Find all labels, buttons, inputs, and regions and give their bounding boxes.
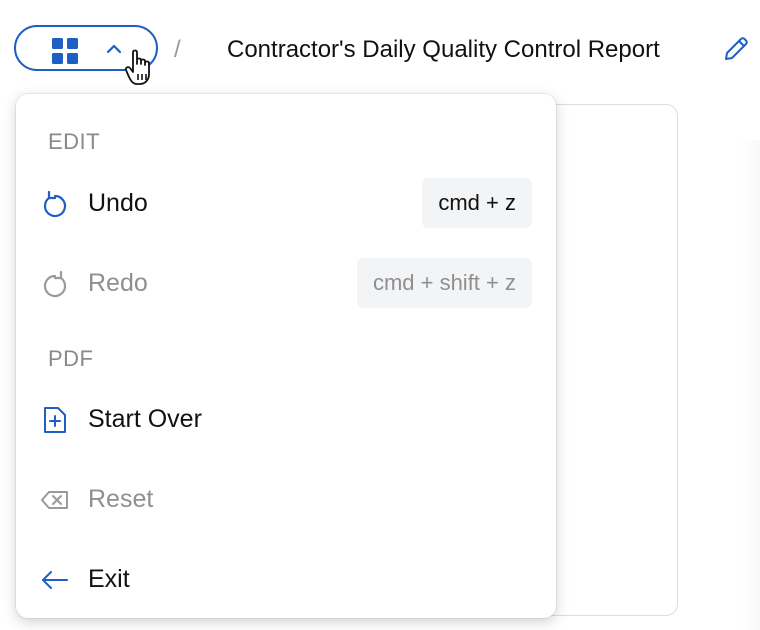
menu-item-label: Exit xyxy=(88,565,130,593)
menu-item-start-over[interactable]: Start Over xyxy=(16,389,556,449)
pencil-icon[interactable] xyxy=(722,35,750,63)
keyboard-shortcut: cmd + z xyxy=(422,178,532,228)
undo-icon xyxy=(43,190,67,218)
menu-item-label: Reset xyxy=(88,485,154,513)
menu-item-label: Start Over xyxy=(88,405,202,433)
backspace-icon xyxy=(41,491,68,509)
menu-item-exit[interactable]: Exit xyxy=(16,549,556,609)
new-document-icon xyxy=(44,407,66,433)
chevron-up-icon xyxy=(106,44,122,54)
keyboard-shortcut: cmd + shift + z xyxy=(356,258,532,308)
menu-item-redo[interactable]: Redo cmd + shift + z xyxy=(16,253,556,313)
document-title[interactable]: Contractor's Daily Quality Control Repor… xyxy=(227,36,660,64)
hand-cursor-icon xyxy=(124,49,150,85)
app-dropdown-menu: EDIT Undo cmd + z Redo cmd + shift + z P… xyxy=(16,94,556,618)
arrow-left-icon xyxy=(42,571,68,589)
breadcrumb-separator: / xyxy=(174,36,181,63)
grid-icon xyxy=(52,38,78,64)
background-edge xyxy=(740,140,760,630)
section-label-edit: EDIT xyxy=(48,129,101,154)
menu-item-label: Redo xyxy=(88,269,148,297)
menu-item-label: Undo xyxy=(88,189,148,217)
menu-item-undo[interactable]: Undo cmd + z xyxy=(16,173,556,233)
section-label-pdf: PDF xyxy=(48,346,94,371)
page: / Contractor's Daily Quality Control Rep… xyxy=(0,0,760,630)
redo-icon xyxy=(43,270,67,298)
menu-item-reset[interactable]: Reset xyxy=(16,469,556,529)
